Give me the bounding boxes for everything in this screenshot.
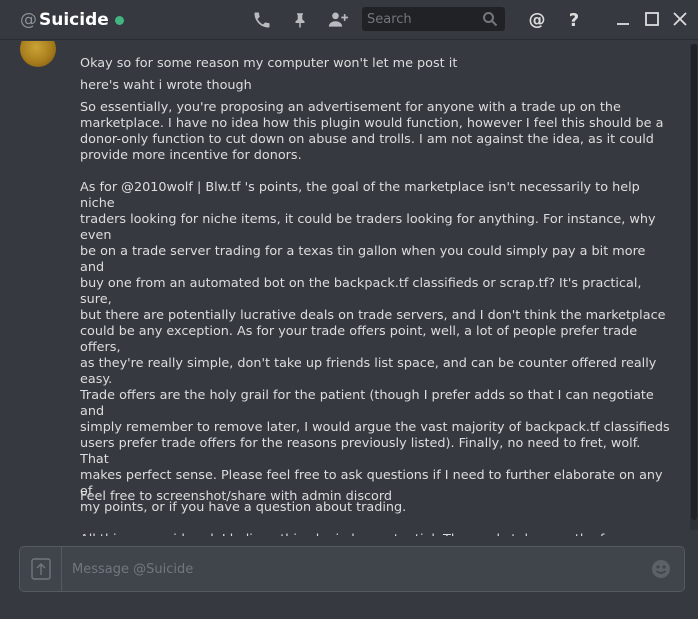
message-text: Okay so for some reason my computer won'… (80, 56, 458, 71)
search-box[interactable]: Search (362, 7, 505, 31)
upload-icon (30, 558, 51, 580)
search-icon (482, 11, 498, 27)
upload-button[interactable] (20, 547, 62, 591)
message-composer (19, 546, 685, 592)
maximize-icon[interactable] (643, 10, 661, 28)
message-list: Okay so for some reason my computer won'… (0, 41, 698, 536)
message-text: Feel free to screenshot/share with admin… (80, 489, 393, 504)
pin-icon[interactable] (288, 8, 312, 32)
message-text: So essentially, you're proposing an adve… (80, 100, 670, 536)
add-friend-icon[interactable] (326, 8, 350, 32)
search-input[interactable]: Search (367, 12, 412, 27)
online-status-icon (114, 16, 124, 25)
emoji-icon[interactable] (650, 558, 672, 580)
close-icon[interactable] (671, 10, 689, 28)
help-icon[interactable]: ? (562, 8, 586, 32)
avatar[interactable] (20, 41, 56, 67)
phone-icon[interactable] (250, 8, 274, 32)
scrollbar-thumb[interactable] (691, 44, 697, 520)
at-sign: @ (20, 10, 37, 30)
title-bar: @ Suicide Search @ ? (0, 0, 698, 40)
dm-header: @ Suicide (20, 9, 124, 31)
mention-icon[interactable]: @ (525, 8, 549, 32)
message-input[interactable] (70, 557, 630, 581)
message-text: here's waht i wrote though (80, 78, 252, 93)
dm-username[interactable]: Suicide (39, 10, 109, 30)
minimize-icon[interactable] (614, 10, 632, 28)
